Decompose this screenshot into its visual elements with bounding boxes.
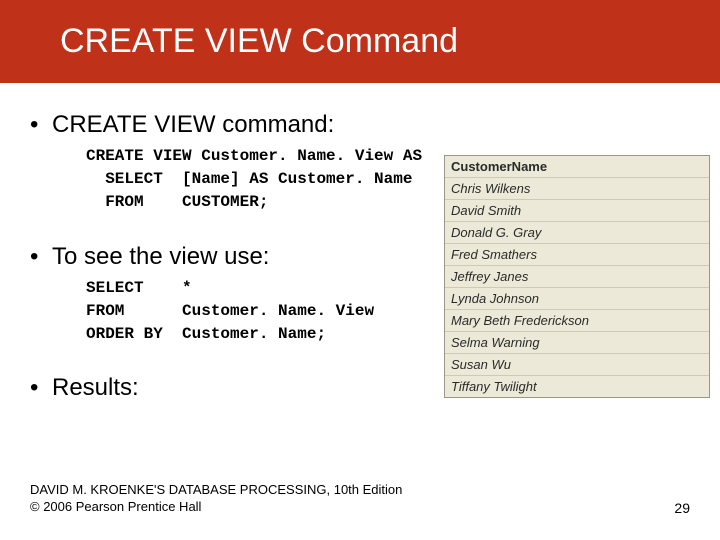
bullet-3-text: Results: [52, 374, 139, 401]
table-row: Susan Wu [445, 354, 709, 376]
table-cell: Lynda Johnson [445, 288, 709, 310]
page-number: 29 [674, 500, 690, 516]
table-cell: Selma Warning [445, 332, 709, 354]
table-cell: Fred Smathers [445, 244, 709, 266]
table-cell: Tiffany Twilight [445, 376, 709, 397]
table-row: Chris Wilkens [445, 178, 709, 200]
table-row: Selma Warning [445, 332, 709, 354]
footer: DAVID M. KROENKE'S DATABASE PROCESSING, … [30, 481, 690, 516]
bullet-2-text: To see the view use: [52, 243, 269, 270]
title-bar: CREATE VIEW Command [0, 0, 720, 83]
table-row: Tiffany Twilight [445, 376, 709, 397]
table-cell: Susan Wu [445, 354, 709, 376]
bullet-dot: • [30, 374, 52, 402]
bullet-dot: • [30, 243, 52, 271]
table-row: Fred Smathers [445, 244, 709, 266]
slide-title: CREATE VIEW Command [60, 22, 720, 61]
footer-left: DAVID M. KROENKE'S DATABASE PROCESSING, … [30, 481, 402, 516]
bullet-1-text: CREATE VIEW command: [52, 111, 334, 138]
bullet-dot: • [30, 111, 52, 139]
table-row: Donald G. Gray [445, 222, 709, 244]
results-table: CustomerNameChris WilkensDavid SmithDona… [444, 155, 710, 398]
table-row: Jeffrey Janes [445, 266, 709, 288]
table-cell: David Smith [445, 200, 709, 222]
table-cell: Mary Beth Frederickson [445, 310, 709, 332]
footer-line2: © 2006 Pearson Prentice Hall [30, 498, 402, 516]
table-row: Mary Beth Frederickson [445, 310, 709, 332]
table-header: CustomerName [445, 156, 709, 178]
table-cell: Jeffrey Janes [445, 266, 709, 288]
bullet-1: •CREATE VIEW command: [30, 111, 720, 139]
table-cell: Chris Wilkens [445, 178, 709, 200]
table-row: Lynda Johnson [445, 288, 709, 310]
footer-line1: DAVID M. KROENKE'S DATABASE PROCESSING, … [30, 481, 402, 499]
table-row: David Smith [445, 200, 709, 222]
table-cell: Donald G. Gray [445, 222, 709, 244]
